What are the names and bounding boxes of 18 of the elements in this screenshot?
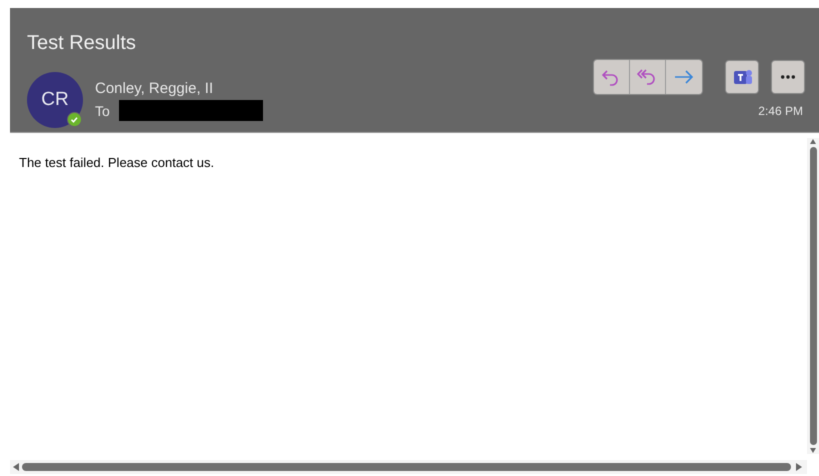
to-label: To: [95, 102, 111, 120]
scroll-right-icon[interactable]: [795, 462, 803, 472]
sender-avatar[interactable]: CR: [27, 72, 83, 128]
forward-button[interactable]: [666, 60, 702, 94]
vertical-scrollbar-thumb[interactable]: [810, 147, 816, 445]
scroll-left-icon[interactable]: [12, 462, 20, 472]
scroll-up-icon[interactable]: [809, 138, 817, 145]
sender-name[interactable]: Conley, Reggie, II: [95, 79, 263, 99]
message-body: The test failed. Please contact us.: [18, 154, 216, 172]
received-time: 2:46 PM: [758, 103, 803, 120]
teams-button[interactable]: [725, 60, 759, 94]
reply-button[interactable]: [594, 60, 630, 94]
scroll-down-icon[interactable]: [809, 447, 817, 454]
horizontal-scrollbar-thumb[interactable]: [22, 463, 791, 471]
email-subject: Test Results: [27, 31, 137, 56]
more-button[interactable]: [771, 60, 805, 94]
reply-all-button[interactable]: [630, 60, 666, 94]
more-icon: [781, 75, 795, 79]
